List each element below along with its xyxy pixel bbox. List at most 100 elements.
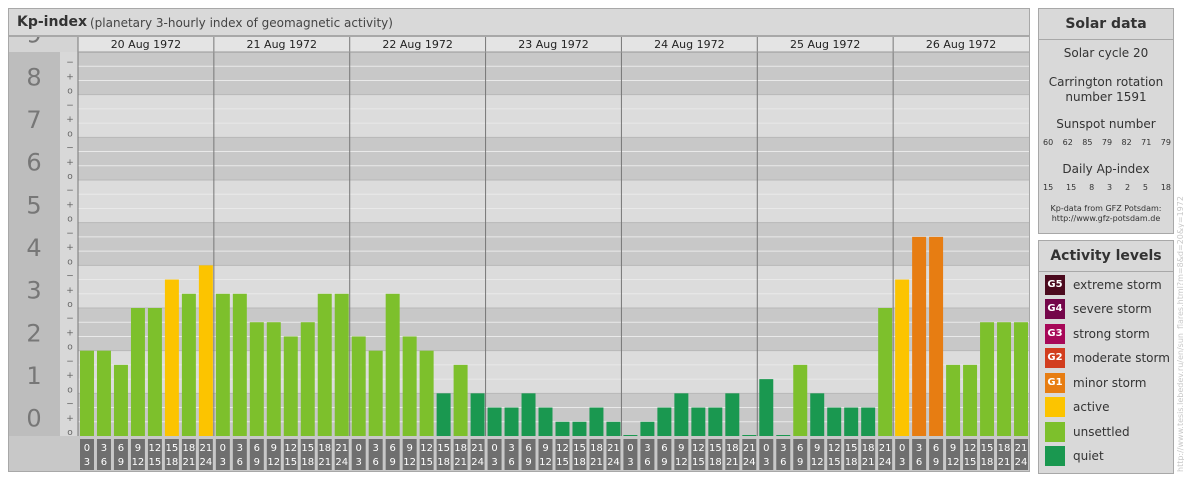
time-interval-start: 21	[743, 443, 756, 454]
kp-bar	[113, 364, 128, 436]
time-interval-start: 6	[389, 443, 395, 454]
legend-item-minor-storm: G1 minor storm	[1045, 373, 1146, 393]
legend-swatch-g1: G1	[1045, 373, 1065, 393]
time-interval-start: 12	[556, 443, 569, 454]
legend-item-extreme-storm: G5 extreme storm	[1045, 275, 1162, 295]
y-minor-tick-label: o	[67, 343, 73, 353]
time-interval-start: 9	[135, 443, 141, 454]
kp-bar	[1014, 322, 1028, 436]
kp-bar	[827, 407, 842, 436]
time-interval-start: 6	[933, 443, 939, 454]
kp-bar	[470, 393, 485, 436]
time-interval-start: 3	[101, 443, 107, 454]
day-label: 22 Aug 1972	[382, 38, 452, 51]
time-interval-start: 12	[420, 443, 433, 454]
sunspot-value: 60	[1043, 138, 1054, 147]
kp-bar	[317, 293, 332, 436]
sunspot-value: 85	[1082, 138, 1093, 147]
time-interval-start: 21	[471, 443, 484, 454]
activity-levels-title: Activity levels	[1039, 241, 1173, 272]
time-interval-end: 18	[573, 457, 586, 468]
kp-bar	[198, 265, 213, 436]
legend-label: strong storm	[1073, 327, 1150, 341]
y-minor-tick-label: +	[66, 371, 74, 381]
y-minor-tick-label: +	[66, 115, 74, 125]
day-label: 20 Aug 1972	[111, 38, 181, 51]
time-interval-end: 21	[318, 457, 331, 468]
ap-value: 18	[1160, 183, 1171, 192]
time-interval-start: 21	[199, 443, 212, 454]
y-minor-tick-label: −	[66, 357, 74, 367]
time-interval-start: 12	[964, 443, 977, 454]
y-minor-tick-label: +	[66, 158, 74, 168]
ap-index-values: 15 15 8 3 2 5 18	[1043, 183, 1171, 192]
time-interval-end: 15	[692, 457, 705, 468]
time-interval-end: 9	[118, 457, 124, 468]
solar-cycle: Solar cycle 20	[1063, 46, 1149, 60]
kp-bar	[351, 336, 366, 436]
time-interval-start: 12	[149, 443, 162, 454]
time-interval-end: 6	[916, 457, 922, 468]
time-interval-start: 9	[542, 443, 548, 454]
legend-swatch-quiet	[1045, 446, 1065, 466]
time-interval-start: 3	[644, 443, 650, 454]
time-interval-start: 21	[607, 443, 620, 454]
y-minor-tick-label: +	[66, 200, 74, 210]
kp-bar	[538, 407, 553, 436]
kp-bar	[249, 322, 264, 436]
day-label: 23 Aug 1972	[518, 38, 588, 51]
kp-level-band	[8, 180, 1030, 223]
y-tick-label: 5	[26, 191, 41, 219]
ap-value: 2	[1124, 183, 1131, 192]
legend-item-active: active	[1045, 397, 1109, 417]
y-minor-tick-label: −	[66, 272, 74, 282]
kp-bar	[215, 293, 230, 436]
time-interval-end: 18	[845, 457, 858, 468]
legend-label: moderate storm	[1073, 351, 1170, 365]
sunspot-value: 71	[1141, 138, 1152, 147]
y-minor-tick-label: o	[67, 129, 73, 139]
y-minor-tick-label: o	[67, 215, 73, 225]
kp-bar	[895, 279, 910, 436]
time-interval-end: 3	[899, 457, 905, 468]
kp-bar	[80, 350, 94, 436]
time-interval-end: 15	[556, 457, 569, 468]
y-minor-tick-label: o	[67, 172, 73, 182]
time-interval-end: 21	[183, 457, 196, 468]
kp-bar	[759, 379, 774, 436]
kp-bar	[181, 293, 196, 436]
sunspot-value: 62	[1062, 138, 1073, 147]
sunspot-value: 79	[1101, 138, 1113, 147]
y-tick-label: 9	[26, 36, 41, 49]
time-interval-start: 18	[454, 443, 467, 454]
legend-item-quiet: quiet	[1045, 446, 1104, 466]
time-interval-end: 15	[420, 457, 433, 468]
legend-label: quiet	[1073, 449, 1104, 463]
time-interval-start: 3	[237, 443, 243, 454]
time-interval-end: 6	[508, 457, 514, 468]
time-interval-end: 9	[389, 457, 395, 468]
kp-bar	[912, 236, 927, 436]
time-interval-start: 15	[845, 443, 858, 454]
y-tick-label: 8	[26, 63, 41, 91]
day-label: 25 Aug 1972	[790, 38, 860, 51]
chart-title-bar: Kp-index (planetary 3-hourly index of ge…	[8, 8, 1030, 36]
y-minor-tick-label: +	[66, 286, 74, 296]
kp-bar	[997, 322, 1012, 436]
time-interval-start: 3	[508, 443, 514, 454]
ap-value: 3	[1107, 183, 1113, 192]
y-minor-tick-label: o	[67, 385, 73, 395]
legend-swatch-unsettled	[1045, 422, 1065, 442]
kp-bar	[776, 435, 791, 436]
time-interval-start: 15	[981, 443, 994, 454]
ap-value: 5	[1142, 183, 1148, 192]
time-interval-end: 18	[166, 457, 179, 468]
ap-index-title: Daily Ap-index	[1062, 162, 1150, 176]
legend-label: severe storm	[1073, 302, 1152, 316]
time-interval-start: 18	[726, 443, 739, 454]
time-interval-end: 21	[590, 457, 603, 468]
time-interval-start: 6	[525, 443, 531, 454]
kp-bar	[878, 308, 893, 436]
time-interval-start: 15	[573, 443, 586, 454]
kp-bar	[232, 293, 247, 436]
